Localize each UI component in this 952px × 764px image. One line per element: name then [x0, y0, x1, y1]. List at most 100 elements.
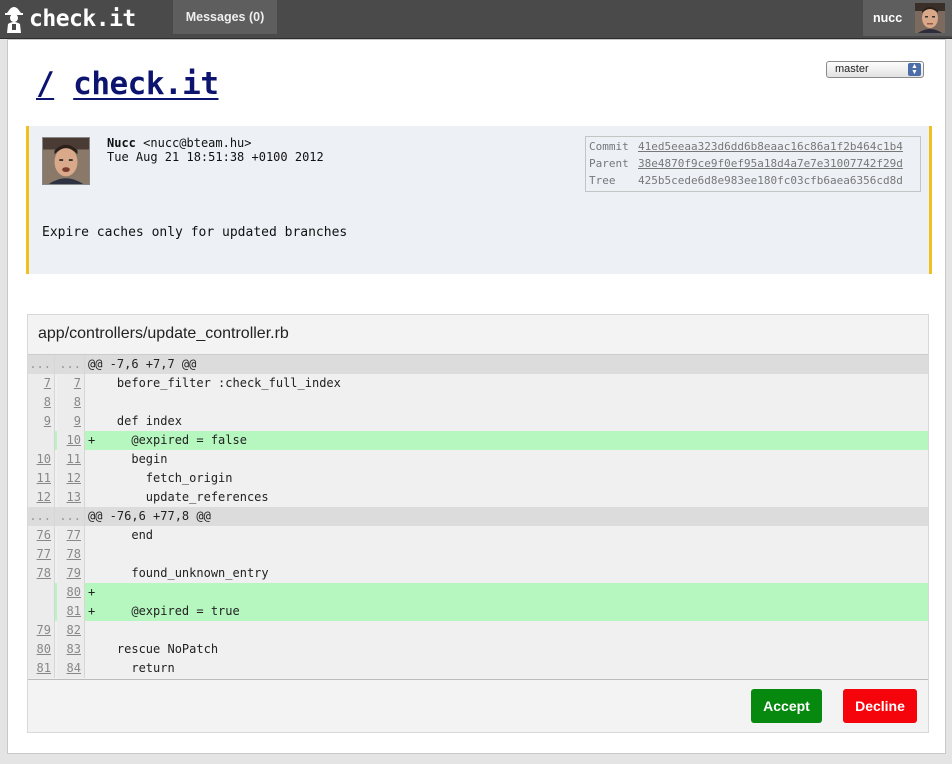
branch-select[interactable]: master ▲ ▼: [826, 61, 924, 78]
line-number-link[interactable]: 77: [67, 528, 81, 542]
diff-code: return: [88, 661, 175, 675]
line-number-link[interactable]: 76: [37, 528, 51, 542]
diff-context-line: 11 12 fetch_origin: [28, 469, 928, 488]
author-email: <nucc@bteam.hu>: [143, 136, 252, 150]
logo-text: check.it: [29, 6, 136, 32]
line-number-link[interactable]: 82: [67, 623, 81, 637]
old-line-number: 79: [28, 621, 55, 640]
commit-details: Nucc <nucc@bteam.hu> Tue Aug 21 18:51:38…: [26, 126, 932, 274]
new-line-number: 10: [57, 431, 85, 450]
diff-added-line: 81 + @expired = true: [28, 602, 928, 621]
diff-code: @@ -7,6 +7,7 @@: [88, 357, 197, 371]
diff-context-line: 12 13 update_references: [28, 488, 928, 507]
new-line-number: 78: [57, 545, 85, 564]
new-line-number: ...: [57, 355, 85, 374]
line-number-link[interactable]: 9: [74, 414, 81, 428]
diff-context-line: 79 82: [28, 621, 928, 640]
old-line-number: 80: [28, 640, 55, 659]
old-line-number: [28, 602, 55, 621]
old-line-number: 10: [28, 450, 55, 469]
line-number-link[interactable]: 77: [37, 547, 51, 561]
old-line-number: 81: [28, 659, 55, 678]
author-line: Nucc <nucc@bteam.hu>: [107, 136, 252, 150]
diff-context-line: 76 77 end: [28, 526, 928, 545]
page-title: / check.it: [36, 66, 219, 102]
line-number-link[interactable]: 13: [67, 490, 81, 504]
diff-code: rescue NoPatch: [88, 642, 219, 656]
user-menu[interactable]: nucc: [863, 0, 952, 36]
new-line-number: 7: [57, 374, 85, 393]
author-name: Nucc: [107, 136, 136, 150]
new-line-number: 79: [57, 564, 85, 583]
detective-logo-icon: [5, 7, 23, 33]
line-number-link[interactable]: 78: [37, 566, 51, 580]
new-line-number: 82: [57, 621, 85, 640]
old-line-number: ...: [28, 507, 55, 526]
tree-hash-label: Tree: [589, 174, 616, 187]
diff-code: end: [88, 528, 154, 542]
commit-message: Expire caches only for updated branches: [42, 225, 348, 240]
line-number-link[interactable]: 84: [67, 661, 81, 675]
new-line-number: 81: [57, 602, 85, 621]
logo-link[interactable]: check.it: [4, 3, 136, 35]
diff-context-line: 7 7 before_filter :check_full_index: [28, 374, 928, 393]
diff-context-line: 77 78: [28, 545, 928, 564]
parent-hash-link[interactable]: 38e4870f9ce9f0ef95a18d4a7e7e31007742f29d: [638, 157, 903, 170]
old-line-number: 78: [28, 564, 55, 583]
messages-tab[interactable]: Messages (0): [173, 0, 277, 34]
tree-hash-row: Tree 425b5cede6d8e983ee180fc03cfb6aea6356…: [589, 174, 903, 190]
line-number-link[interactable]: 8: [44, 395, 51, 409]
new-line-number: 11: [57, 450, 85, 469]
diff-code: def index: [88, 414, 182, 428]
line-number-link[interactable]: 7: [44, 376, 51, 390]
line-number-link[interactable]: 80: [67, 585, 81, 599]
diff-code: update_references: [88, 490, 269, 504]
line-number-link[interactable]: 10: [37, 452, 51, 466]
new-line-number: 12: [57, 469, 85, 488]
top-navigation-bar: check.it Messages (0) nucc: [0, 0, 952, 39]
line-number-link[interactable]: 9: [44, 414, 51, 428]
accept-button[interactable]: Accept: [751, 689, 822, 723]
root-breadcrumb-link[interactable]: /: [36, 66, 55, 102]
line-number-link[interactable]: 81: [37, 661, 51, 675]
diff-lines: ...... @@ -7,6 +7,7 @@ 7 7 before_filter :c…: [28, 354, 928, 680]
tree-hash-value: 425b5cede6d8e983ee180fc03cfb6aea6356cd8d: [638, 174, 903, 187]
old-line-number: 12: [28, 488, 55, 507]
line-number-link[interactable]: 8: [74, 395, 81, 409]
new-line-number: 9: [57, 412, 85, 431]
old-line-number: 77: [28, 545, 55, 564]
user-avatar: [915, 3, 945, 33]
user-name: nucc: [873, 11, 903, 25]
diff-panel: app/controllers/update_controller.rb ...…: [27, 314, 929, 733]
line-number-link[interactable]: 83: [67, 642, 81, 656]
line-number-link[interactable]: 78: [67, 547, 81, 561]
diff-context-line: 10 11 begin: [28, 450, 928, 469]
diff-code: +: [88, 585, 96, 599]
line-number-link[interactable]: 11: [37, 471, 51, 485]
new-line-number: 77: [57, 526, 85, 545]
line-number-link[interactable]: 79: [67, 566, 81, 580]
commit-date: Tue Aug 21 18:51:38 +0100 2012: [107, 150, 324, 164]
old-line-number: [28, 431, 55, 450]
line-number-link[interactable]: 12: [67, 471, 81, 485]
old-line-number: ...: [28, 355, 55, 374]
new-line-number: 84: [57, 659, 85, 678]
diff-hunk-header: ...... @@ -76,6 +77,8 @@: [28, 507, 928, 526]
commit-hash-link[interactable]: 41ed5eeaa323d6dd6b8eaac16c86a1f2b464c1b4: [638, 140, 903, 153]
line-number-link[interactable]: 11: [67, 452, 81, 466]
repo-title-link[interactable]: check.it: [73, 66, 219, 102]
diff-code: before_filter :check_full_index: [88, 376, 341, 390]
line-number-link[interactable]: 80: [37, 642, 51, 656]
old-line-number: [28, 583, 55, 602]
branch-select-value: master: [835, 63, 869, 75]
line-number-link[interactable]: 10: [67, 433, 81, 447]
commit-hashes: Commit 41ed5eeaa323d6dd6b8eaac16c86a1f2b4…: [585, 136, 921, 192]
author-avatar: [42, 137, 90, 185]
diff-code: fetch_origin: [88, 471, 233, 485]
line-number-link[interactable]: 79: [37, 623, 51, 637]
decline-button[interactable]: Decline: [843, 689, 917, 723]
line-number-link[interactable]: 7: [74, 376, 81, 390]
line-number-link[interactable]: 81: [67, 604, 81, 618]
old-line-number: 11: [28, 469, 55, 488]
line-number-link[interactable]: 12: [37, 490, 51, 504]
